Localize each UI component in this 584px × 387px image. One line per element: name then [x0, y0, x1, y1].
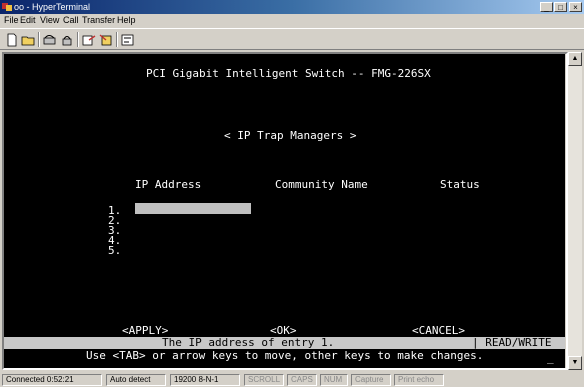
new-icon[interactable]: [4, 33, 20, 47]
open-icon[interactable]: [21, 33, 37, 47]
switch-heading: PCI Gigabit Intelligent Switch -- FMG-22…: [146, 67, 431, 80]
maximize-button[interactable]: □: [554, 2, 567, 12]
toolbar-separator: [116, 32, 118, 47]
disconnect-icon[interactable]: [59, 33, 75, 47]
ip-address-field-1[interactable]: [135, 203, 251, 214]
minimize-button[interactable]: _: [540, 2, 553, 12]
connection-time: Connected 0:52:21: [2, 374, 102, 386]
menu-edit[interactable]: Edit: [20, 15, 36, 26]
help-status-line: The IP address of entry 1. | READ/WRITE: [4, 336, 565, 349]
port-settings: 19200 8-N-1: [170, 374, 240, 386]
instructions-text: Use <TAB> or arrow keys to move, other k…: [86, 349, 484, 362]
close-button[interactable]: ×: [569, 2, 582, 12]
menu-help[interactable]: Help: [117, 15, 136, 26]
window-title: oo - HyperTerminal: [14, 2, 91, 12]
toolbar-separator: [38, 32, 40, 47]
menu-file[interactable]: File: [4, 15, 19, 26]
properties-icon[interactable]: [120, 33, 136, 47]
screen-title: < IP Trap Managers >: [224, 129, 357, 142]
receive-icon[interactable]: [98, 33, 114, 47]
hyperterminal-icon[interactable]: [2, 2, 12, 12]
text-cursor: _: [547, 351, 554, 364]
column-ip-address: IP Address: [135, 178, 202, 191]
access-mode: | READ/WRITE: [472, 336, 552, 349]
print-echo-indicator: Print echo: [394, 374, 444, 386]
scroll-up-arrow[interactable]: ▲: [568, 52, 582, 66]
entry-number: 5.: [108, 244, 122, 257]
capture-indicator: Capture: [351, 374, 391, 386]
terminal-screen[interactable]: PCI Gigabit Intelligent Switch -- FMG-22…: [4, 54, 565, 368]
column-status: Status: [440, 178, 480, 191]
detect-mode: Auto detect: [106, 374, 166, 386]
connect-icon[interactable]: [42, 33, 58, 47]
vertical-scrollbar[interactable]: [568, 52, 582, 370]
column-community-name: Community Name: [275, 178, 368, 191]
cancel-button[interactable]: <CANCEL>: [412, 324, 465, 337]
scroll-down-arrow[interactable]: ▼: [568, 356, 582, 370]
menu-transfer[interactable]: Transfer: [82, 15, 115, 26]
toolbar-separator: [77, 32, 79, 47]
help-text: The IP address of entry 1.: [162, 336, 335, 349]
caps-indicator: CAPS: [287, 374, 317, 386]
menu-view[interactable]: View: [40, 15, 59, 26]
send-icon[interactable]: [81, 33, 97, 47]
menu-call[interactable]: Call: [63, 15, 79, 26]
num-indicator: NUM: [320, 374, 348, 386]
scroll-indicator: SCROLL: [244, 374, 284, 386]
